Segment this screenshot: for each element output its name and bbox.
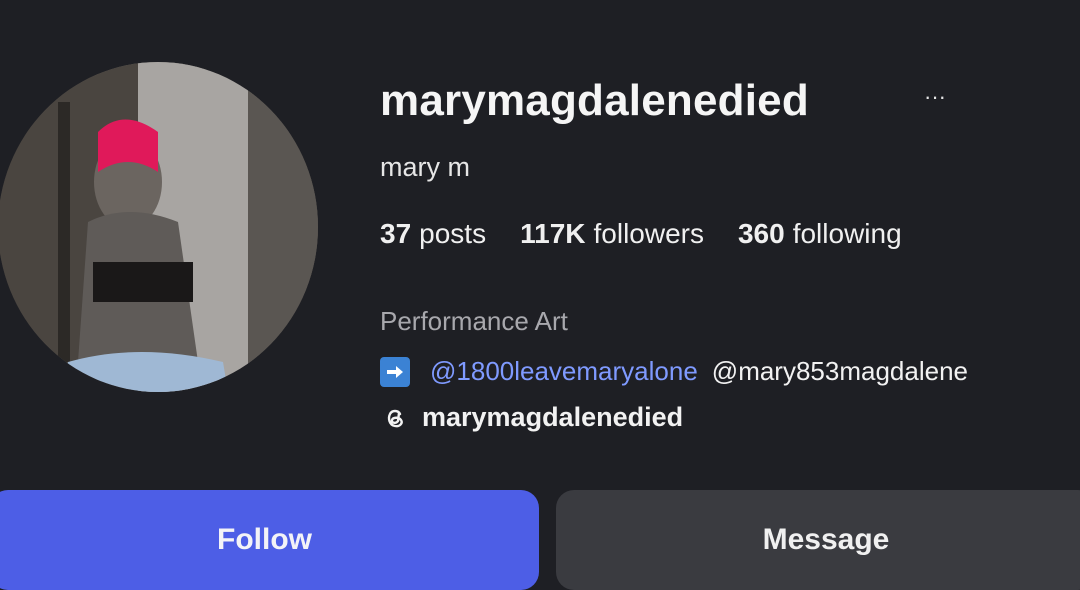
following-number: 360: [737, 218, 785, 249]
mention-link-primary[interactable]: @1800leavemaryalone: [430, 356, 698, 387]
posts-label: posts: [419, 218, 487, 249]
message-button[interactable]: Message: [556, 490, 1080, 590]
following-count[interactable]: 360 following: [738, 218, 902, 250]
followers-number: 117K: [520, 218, 586, 249]
profile-username: marymagdalenedied: [380, 76, 809, 125]
profile-category: Performance Art: [380, 306, 568, 336]
follow-button[interactable]: Follow: [0, 490, 539, 590]
bio-links: @1800leavemaryalone @mary853magdalene: [380, 356, 968, 387]
profile-stats: 37 posts 117K followers 360 following: [380, 218, 902, 250]
threads-link[interactable]: marymagdalenedied: [380, 402, 683, 433]
posts-count[interactable]: 37 posts: [380, 218, 486, 250]
profile-avatar[interactable]: [0, 62, 318, 392]
mention-link-secondary[interactable]: @mary853magdalene: [712, 356, 968, 387]
threads-handle: marymagdalenedied: [422, 402, 684, 432]
right-arrow-icon: [380, 356, 410, 387]
threads-icon: [380, 403, 410, 433]
followers-label: followers: [593, 218, 704, 249]
ellipsis-icon: ···: [924, 84, 946, 109]
avatar-photo: [0, 62, 318, 392]
display-name: mary m: [380, 152, 470, 182]
posts-number: 37: [380, 218, 412, 249]
following-label: following: [792, 218, 902, 249]
more-options-button[interactable]: ···: [918, 82, 952, 112]
followers-count[interactable]: 117K followers: [520, 218, 704, 250]
